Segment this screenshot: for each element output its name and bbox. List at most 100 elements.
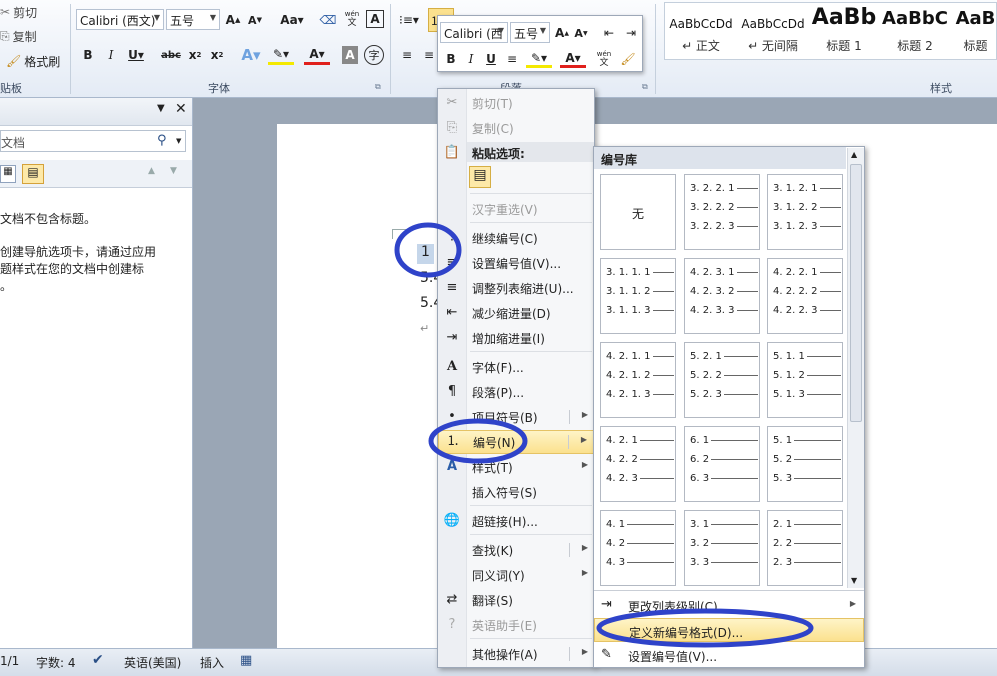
increase-indent-icon[interactable]: ⇥ xyxy=(622,23,640,43)
format-painter-button[interactable]: 🖌 格式刷 xyxy=(6,52,60,70)
insert-mode[interactable]: 插入 xyxy=(200,654,224,671)
change-list-level-item[interactable]: ⇥ 更改列表级别(C) ▶ xyxy=(594,593,864,617)
list-number[interactable]: 1 xyxy=(417,244,434,264)
word-count[interactable]: 字数: 4 xyxy=(36,654,76,671)
char-border-icon[interactable]: A xyxy=(366,10,384,28)
menu-item-numbering[interactable]: ⒈ 编号(N) ▶ xyxy=(438,430,594,454)
change-case-icon[interactable]: Aa▾ xyxy=(278,10,306,30)
numbering-format-cell[interactable]: 5. 1. 1 5. 1. 2 5. 1. 3 xyxy=(767,342,843,418)
style-title[interactable]: AaB 标题 xyxy=(953,3,997,61)
font-size-combo[interactable]: 五号 ▼ xyxy=(166,9,220,30)
chevron-up-icon[interactable]: ▲ xyxy=(148,166,155,176)
phonetic-guide-icon[interactable]: wén 文 xyxy=(341,8,363,30)
menu-item-set-numbering-value[interactable]: ≡ 设置编号值(V)... xyxy=(438,252,594,274)
macro-record-icon[interactable]: ▦ xyxy=(240,653,252,668)
dialog-launcher-icon[interactable]: ⧉ xyxy=(375,82,381,92)
style-heading-2[interactable]: AaBbC 标题 2 xyxy=(881,3,949,61)
grow-font-icon[interactable]: A ▲ xyxy=(554,23,570,43)
mini-size-combo[interactable]: 五号 ▼ xyxy=(510,22,550,43)
define-new-number-format-item[interactable]: 定义新编号格式(D)... xyxy=(594,618,864,642)
chevron-down-icon[interactable]: ▼ xyxy=(170,166,177,176)
font-color-icon[interactable]: A▾ xyxy=(304,45,330,65)
numbering-format-cell[interactable]: 5. 1 5. 2 5. 3 xyxy=(767,426,843,502)
pane-menu-icon[interactable]: ▼ xyxy=(157,103,165,114)
align-center-icon[interactable]: ≡ xyxy=(420,45,438,65)
clear-format-icon[interactable]: ⌫ xyxy=(318,10,338,30)
language-indicator[interactable]: 英语(美国) xyxy=(124,654,181,671)
menu-item-hyperlink[interactable]: 🌐 超链接(H)... xyxy=(438,510,594,532)
dialog-launcher-icon[interactable]: ⧉ xyxy=(642,82,648,92)
strikethrough-icon[interactable]: abc xyxy=(160,45,182,65)
menu-item-copy[interactable]: ⎘ 复制(C) xyxy=(438,117,594,139)
numbering-format-cell[interactable]: 3. 1. 2. 1 3. 1. 2. 2 3. 1. 2. 3 xyxy=(767,174,843,250)
enclose-char-icon[interactable]: 字 xyxy=(364,45,384,65)
char-shading-icon[interactable]: A xyxy=(342,46,358,64)
menu-item-insert-symbol[interactable]: 插入符号(S) xyxy=(438,481,594,503)
menu-item-paragraph[interactable]: ¶ 段落(P)... xyxy=(438,381,594,403)
font-name-combo[interactable]: Calibri (西文) ▼ xyxy=(76,9,164,30)
copy-button[interactable]: ⎘ 复制 xyxy=(0,27,37,45)
menu-item-translate[interactable]: ⇄ 翻译(S) xyxy=(438,589,594,611)
menu-item-increase-indent[interactable]: ⇥ 增加缩进量(I) xyxy=(438,327,594,349)
numbering-format-cell[interactable]: 无 xyxy=(600,174,676,250)
menu-item-continue-numbering[interactable]: ⁝ 继续编号(C) xyxy=(438,227,594,249)
style-heading-1[interactable]: AaBb 标题 1 xyxy=(811,3,877,61)
underline-icon[interactable]: U xyxy=(484,50,498,68)
menu-item-synonyms[interactable]: 同义词(Y) ▶ xyxy=(438,564,594,586)
menu-item-styles[interactable]: A 样式(T) ▶ xyxy=(438,456,594,478)
menu-item-find[interactable]: 查找(K) ▶ xyxy=(438,539,594,561)
brush-icon[interactable]: 🖌 xyxy=(618,50,638,68)
thumbnail-tab-icon[interactable]: ▦ xyxy=(0,165,16,183)
browse-pages-tab-icon[interactable]: ▤ xyxy=(22,164,44,184)
numbering-format-cell[interactable]: 6. 1 6. 2 6. 3 xyxy=(684,426,760,502)
close-icon[interactable]: ✕ xyxy=(175,101,187,117)
proofing-icon[interactable]: ✔ xyxy=(92,652,104,668)
decrease-indent-icon[interactable]: ⇤ xyxy=(600,23,618,43)
cut-button[interactable]: ✂ 剪切 xyxy=(0,3,37,21)
set-numbering-value-item[interactable]: ✎ 设置编号值(V)... xyxy=(594,643,864,667)
menu-item-bullets[interactable]: • 项目符号(B) ▶ xyxy=(438,406,594,428)
font-color-icon[interactable]: A▾ xyxy=(560,50,586,68)
bullets-icon[interactable]: ⁝≡▾ xyxy=(396,10,422,30)
numbering-format-cell[interactable]: 2. 1 2. 2 2. 3 xyxy=(767,510,843,586)
shrink-font-icon[interactable]: A ▼ xyxy=(246,10,264,30)
scrollbar-thumb[interactable] xyxy=(850,164,862,422)
style-normal[interactable]: AaBbCcDd ↵ 正文 xyxy=(665,3,737,61)
italic-icon[interactable]: I xyxy=(103,45,119,65)
numbering-format-cell[interactable]: 4. 2. 1. 1 4. 2. 1. 2 4. 2. 1. 3 xyxy=(600,342,676,418)
underline-icon[interactable]: U▾ xyxy=(126,45,146,65)
paste-keep-text-icon[interactable]: ▤ xyxy=(469,166,491,188)
menu-item-english-assistant[interactable]: ? 英语助手(E) xyxy=(438,614,594,636)
search-icon[interactable]: ⚲ xyxy=(157,133,167,148)
bold-icon[interactable]: B xyxy=(444,50,458,68)
scrollbar[interactable]: ▲ ▼ xyxy=(847,148,864,588)
phonetic-guide-icon[interactable]: wén 文 xyxy=(594,48,614,70)
menu-item-decrease-indent[interactable]: ⇤ 减少缩进量(D) xyxy=(438,302,594,324)
text-effects-icon[interactable]: A▾ xyxy=(238,45,264,65)
numbering-format-cell[interactable]: 3. 1. 1. 1 3. 1. 1. 2 3. 1. 1. 3 xyxy=(600,258,676,334)
center-icon[interactable]: ≡ xyxy=(504,50,520,68)
chevron-down-icon[interactable]: ▼ xyxy=(851,576,857,585)
highlight-icon[interactable]: ✎▾ xyxy=(268,45,294,65)
highlight-icon[interactable]: ✎▾ xyxy=(526,50,552,68)
italic-icon[interactable]: I xyxy=(464,50,478,68)
grow-font-icon[interactable]: A ▲ xyxy=(224,10,242,30)
subscript-icon[interactable]: x2 xyxy=(186,45,204,65)
superscript-icon[interactable]: x2 xyxy=(208,45,226,65)
numbering-format-cell[interactable]: 3. 1 3. 2 3. 3 xyxy=(684,510,760,586)
menu-item-reconvert[interactable]: 汉字重选(V) xyxy=(438,198,594,220)
style-no-spacing[interactable]: AaBbCcDd ↵ 无间隔 xyxy=(737,3,809,61)
numbering-format-cell[interactable]: 4. 1 4. 2 4. 3 xyxy=(600,510,676,586)
numbering-format-cell[interactable]: 5. 2. 1 5. 2. 2 5. 2. 3 xyxy=(684,342,760,418)
menu-item-adjust-indent[interactable]: ≡ 调整列表缩进(U)... xyxy=(438,277,594,299)
nav-search-input[interactable]: 文档 ⚲ ▼ xyxy=(0,130,186,152)
chevron-down-icon[interactable]: ▼ xyxy=(176,137,181,145)
numbering-format-cell[interactable]: 4. 2. 3. 1 4. 2. 3. 2 4. 2. 3. 3 xyxy=(684,258,760,334)
chevron-up-icon[interactable]: ▲ xyxy=(851,150,857,159)
shrink-font-icon[interactable]: A ▼ xyxy=(573,23,589,43)
numbering-format-cell[interactable]: 4. 2. 2. 1 4. 2. 2. 2 4. 2. 2. 3 xyxy=(767,258,843,334)
mini-font-combo[interactable]: Calibri (西 ▼ xyxy=(440,22,508,43)
menu-item-cut[interactable]: ✂ 剪切(T) xyxy=(438,92,594,114)
page-count[interactable]: 1/1 xyxy=(0,654,19,668)
bold-icon[interactable]: B xyxy=(80,45,96,65)
